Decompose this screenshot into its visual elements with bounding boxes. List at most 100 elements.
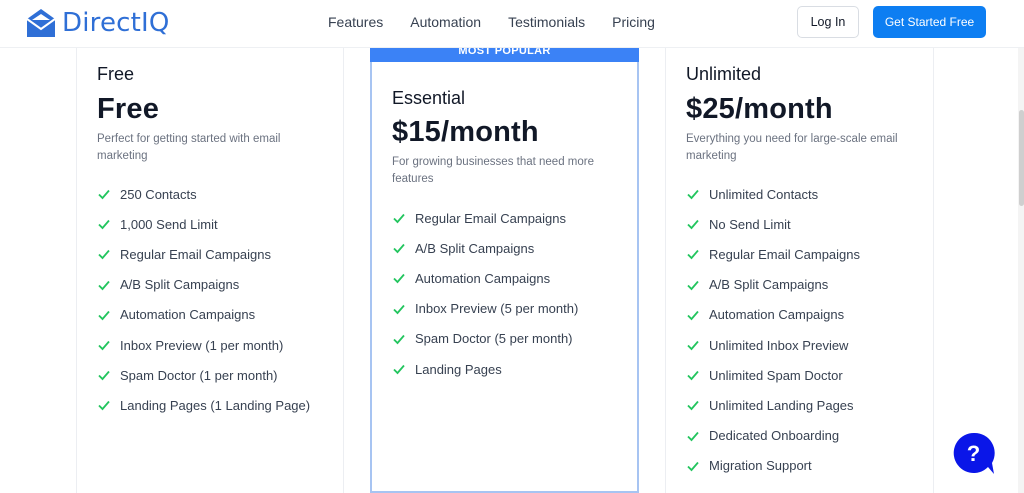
site-header: DirectIQ Features Automation Testimonial… xyxy=(0,0,1024,48)
list-item: Inbox Preview (5 per month) xyxy=(392,294,578,324)
get-started-button[interactable]: Get Started Free xyxy=(873,6,986,38)
feature-label: Automation Campaigns xyxy=(709,307,845,323)
plan-card-unlimited: Unlimited $25/month Everything you need … xyxy=(665,48,934,493)
check-icon xyxy=(393,334,405,345)
list-item: Dedicated Onboarding xyxy=(686,421,860,451)
plan-card-essential: MOST POPULAR Essential $15/month For gro… xyxy=(370,48,639,493)
list-item: Automation Campaigns xyxy=(686,300,860,330)
feature-label: Automation Campaigns xyxy=(120,307,256,323)
plan-price: $25/month xyxy=(686,93,833,125)
plan-price: Free xyxy=(97,93,160,125)
feature-list: Regular Email Campaigns A/B Split Campai… xyxy=(392,203,578,384)
page-scrollbar[interactable] xyxy=(1018,48,1024,493)
plan-description: Perfect for getting started with email m… xyxy=(97,133,281,162)
check-icon xyxy=(687,220,699,230)
plan-name: Unlimited xyxy=(686,64,762,84)
list-item: Spam Doctor (1 per month) xyxy=(97,360,310,390)
main-nav: Features Automation Testimonials Pricing xyxy=(328,14,655,30)
scrollbar-thumb[interactable] xyxy=(1019,110,1024,206)
list-item: Regular Email Campaigns xyxy=(392,203,578,233)
list-item: Regular Email Campaigns xyxy=(97,239,310,269)
nav-item-features[interactable]: Features xyxy=(328,14,383,30)
login-button[interactable]: Log In xyxy=(797,6,859,38)
brand-logo[interactable]: DirectIQ xyxy=(24,6,170,40)
check-icon xyxy=(98,250,110,260)
check-icon xyxy=(687,340,699,351)
feature-label: Regular Email Campaigns xyxy=(120,246,272,262)
list-item: Inbox Preview (1 per month) xyxy=(97,330,310,360)
feature-label: Automation Campaigns xyxy=(415,270,551,286)
check-icon xyxy=(687,371,699,381)
plan-description: Everything you need for large-scale emai… xyxy=(686,133,898,162)
check-icon xyxy=(98,371,110,381)
feature-label: Regular Email Campaigns xyxy=(415,210,567,226)
nav-item-pricing[interactable]: Pricing xyxy=(612,14,655,30)
check-icon xyxy=(687,401,699,411)
nav-item-testimonials[interactable]: Testimonials xyxy=(508,14,585,30)
check-icon xyxy=(393,304,405,314)
check-icon xyxy=(98,280,110,290)
check-icon xyxy=(687,310,699,321)
check-icon xyxy=(393,244,405,254)
nav-item-automation[interactable]: Automation xyxy=(410,14,481,30)
feature-label: Migration Support xyxy=(709,458,812,474)
help-label: ? xyxy=(967,441,980,466)
check-icon xyxy=(98,190,110,200)
envelope-logo-icon xyxy=(26,9,56,37)
check-icon xyxy=(687,431,699,441)
feature-label: Spam Doctor (5 per month) xyxy=(415,331,573,347)
list-item: A/B Split Campaigns xyxy=(392,233,578,263)
feature-label: Landing Pages xyxy=(415,361,502,377)
list-item: Automation Campaigns xyxy=(392,263,578,293)
feature-label: Spam Doctor (1 per month) xyxy=(120,367,278,383)
list-item: Unlimited Landing Pages xyxy=(686,390,860,420)
check-icon xyxy=(393,214,405,224)
plan-description: For growing businesses that need more fe… xyxy=(392,156,594,185)
list-item: Regular Email Campaigns xyxy=(686,239,860,269)
feature-label: Landing Pages (1 Landing Page) xyxy=(120,397,311,413)
list-item: 250 Contacts xyxy=(97,179,310,209)
feature-label: Inbox Preview (1 per month) xyxy=(120,337,284,353)
feature-label: Unlimited Spam Doctor xyxy=(709,367,843,383)
plan-price: $15/month xyxy=(392,116,539,148)
check-icon xyxy=(687,250,699,260)
plan-name: Essential xyxy=(392,88,466,108)
feature-label: Regular Email Campaigns xyxy=(709,246,861,262)
feature-label: Unlimited Contacts xyxy=(709,186,819,202)
list-item: No Send Limit xyxy=(686,209,860,239)
feature-label: 1,000 Send Limit xyxy=(120,216,218,232)
feature-label: A/B Split Campaigns xyxy=(120,277,240,293)
check-icon xyxy=(98,340,110,351)
list-item: Unlimited Spam Doctor xyxy=(686,360,860,390)
check-icon xyxy=(98,310,110,321)
feature-list: 250 Contacts 1,000 Send Limit Regular Em… xyxy=(97,179,310,421)
check-icon xyxy=(98,401,110,411)
check-icon xyxy=(393,274,405,284)
feature-label: Unlimited Inbox Preview xyxy=(709,337,849,353)
list-item: Migration Support xyxy=(686,451,860,481)
brand-name: DirectIQ xyxy=(62,8,170,38)
plan-name: Free xyxy=(97,64,135,84)
list-item: Unlimited Contacts xyxy=(686,179,860,209)
check-icon xyxy=(687,280,699,290)
list-item: Landing Pages (1 Landing Page) xyxy=(97,390,310,420)
help-chat-icon[interactable]: ? xyxy=(952,431,996,475)
feature-label: Inbox Preview (5 per month) xyxy=(415,301,579,317)
list-item: 1,000 Send Limit xyxy=(97,209,310,239)
plan-card-free: Free Free Perfect for getting started wi… xyxy=(76,48,344,493)
check-icon xyxy=(98,220,110,230)
check-icon xyxy=(687,190,699,200)
feature-label: Dedicated Onboarding xyxy=(709,428,840,444)
list-item: Landing Pages xyxy=(392,354,578,384)
check-icon xyxy=(393,364,405,375)
list-item: A/B Split Campaigns xyxy=(97,270,310,300)
feature-label: A/B Split Campaigns xyxy=(415,240,535,256)
most-popular-badge: MOST POPULAR xyxy=(370,48,639,62)
feature-label: No Send Limit xyxy=(709,216,791,232)
list-item: Unlimited Inbox Preview xyxy=(686,330,860,360)
feature-list: Unlimited Contacts No Send Limit Regular… xyxy=(686,179,860,481)
list-item: Spam Doctor (5 per month) xyxy=(392,324,578,354)
list-item: A/B Split Campaigns xyxy=(686,270,860,300)
list-item: Automation Campaigns xyxy=(97,300,310,330)
feature-label: Unlimited Landing Pages xyxy=(709,397,854,413)
